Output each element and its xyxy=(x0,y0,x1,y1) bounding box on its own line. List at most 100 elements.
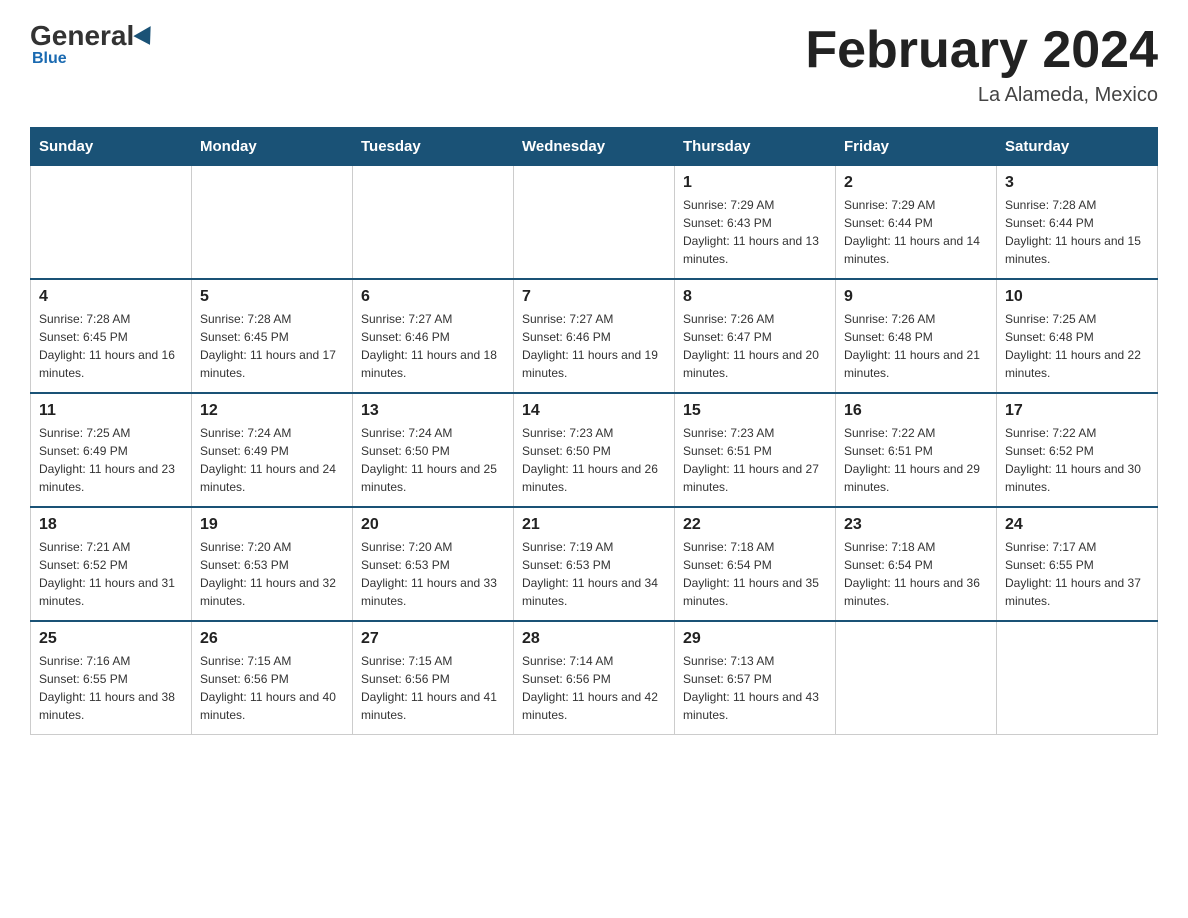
day-info: Sunrise: 7:14 AMSunset: 6:56 PMDaylight:… xyxy=(522,652,666,724)
calendar-cell: 24 Sunrise: 7:17 AMSunset: 6:55 PMDayligh… xyxy=(997,507,1158,621)
month-title: February 2024 xyxy=(805,20,1158,80)
calendar-cell: 12Sunrise: 7:24 AMSunset: 6:49 PMDayligh… xyxy=(192,393,353,507)
day-info: Sunrise: 7:25 AMSunset: 6:48 PMDaylight:… xyxy=(1005,310,1149,382)
calendar-cell: 13Sunrise: 7:24 AMSunset: 6:50 PMDayligh… xyxy=(353,393,514,507)
calendar-cell: 10 Sunrise: 7:25 AMSunset: 6:48 PMDayligh… xyxy=(997,279,1158,393)
calendar-cell: 21Sunrise: 7:19 AMSunset: 6:53 PMDayligh… xyxy=(514,507,675,621)
day-number: 29 xyxy=(683,630,827,648)
calendar-cell: 19 Sunrise: 7:20 AMSunset: 6:53 PMDayligh… xyxy=(192,507,353,621)
day-info: Sunrise: 7:28 AMSunset: 6:45 PMDaylight:… xyxy=(39,310,183,382)
calendar-cell: 1 Sunrise: 7:29 AMSunset: 6:43 PMDaylight… xyxy=(675,166,836,280)
day-info: Sunrise: 7:27 AMSunset: 6:46 PMDaylight:… xyxy=(522,310,666,382)
calendar-week-row: 11 Sunrise: 7:25 AMSunset: 6:49 PMDayligh… xyxy=(31,393,1158,507)
calendar-cell: 23 Sunrise: 7:18 AMSunset: 6:54 PMDayligh… xyxy=(836,507,997,621)
day-number: 24 xyxy=(1005,516,1149,534)
day-info: Sunrise: 7:20 AMSunset: 6:53 PMDaylight:… xyxy=(200,538,344,610)
day-header-monday: Monday xyxy=(192,128,353,166)
day-info: Sunrise: 7:24 AMSunset: 6:50 PMDaylight:… xyxy=(361,424,505,496)
day-number: 9 xyxy=(844,288,988,306)
calendar-cell: 27 Sunrise: 7:15 AMSunset: 6:56 PMDayligh… xyxy=(353,621,514,735)
day-number: 8 xyxy=(683,288,827,306)
day-info: Sunrise: 7:15 AMSunset: 6:56 PMDaylight:… xyxy=(200,652,344,724)
day-info: Sunrise: 7:25 AMSunset: 6:49 PMDaylight:… xyxy=(39,424,183,496)
day-info: Sunrise: 7:17 AMSunset: 6:55 PMDaylight:… xyxy=(1005,538,1149,610)
day-number: 27 xyxy=(361,630,505,648)
day-header-thursday: Thursday xyxy=(675,128,836,166)
day-info: Sunrise: 7:18 AMSunset: 6:54 PMDaylight:… xyxy=(683,538,827,610)
calendar-cell xyxy=(514,166,675,280)
day-number: 25 xyxy=(39,630,183,648)
day-number: 28 xyxy=(522,630,666,648)
day-number: 7 xyxy=(522,288,666,306)
day-number: 12 xyxy=(200,402,344,420)
day-number: 2 xyxy=(844,174,988,192)
calendar-cell: 14 Sunrise: 7:23 AMSunset: 6:50 PMDayligh… xyxy=(514,393,675,507)
day-info: Sunrise: 7:15 AMSunset: 6:56 PMDaylight:… xyxy=(361,652,505,724)
day-number: 20 xyxy=(361,516,505,534)
calendar-cell: 18 Sunrise: 7:21 AMSunset: 6:52 PMDayligh… xyxy=(31,507,192,621)
day-number: 4 xyxy=(39,288,183,306)
logo-blue: Blue xyxy=(30,50,67,68)
day-number: 19 xyxy=(200,516,344,534)
day-number: 6 xyxy=(361,288,505,306)
day-info: Sunrise: 7:28 AMSunset: 6:44 PMDaylight:… xyxy=(1005,196,1149,268)
day-info: Sunrise: 7:28 AMSunset: 6:45 PMDaylight:… xyxy=(200,310,344,382)
day-info: Sunrise: 7:21 AMSunset: 6:52 PMDaylight:… xyxy=(39,538,183,610)
calendar-cell: 15 Sunrise: 7:23 AMSunset: 6:51 PMDayligh… xyxy=(675,393,836,507)
day-info: Sunrise: 7:29 AMSunset: 6:43 PMDaylight:… xyxy=(683,196,827,268)
calendar-cell xyxy=(31,166,192,280)
day-info: Sunrise: 7:23 AMSunset: 6:50 PMDaylight:… xyxy=(522,424,666,496)
calendar-cell xyxy=(997,621,1158,735)
day-number: 17 xyxy=(1005,402,1149,420)
day-number: 26 xyxy=(200,630,344,648)
calendar-cell: 6 Sunrise: 7:27 AMSunset: 6:46 PMDaylight… xyxy=(353,279,514,393)
location: La Alameda, Mexico xyxy=(805,84,1158,107)
calendar-cell: 2 Sunrise: 7:29 AMSunset: 6:44 PMDaylight… xyxy=(836,166,997,280)
day-number: 11 xyxy=(39,402,183,420)
calendar-cell: 9 Sunrise: 7:26 AMSunset: 6:48 PMDaylight… xyxy=(836,279,997,393)
day-number: 22 xyxy=(683,516,827,534)
day-number: 16 xyxy=(844,402,988,420)
day-number: 1 xyxy=(683,174,827,192)
title-block: February 2024 La Alameda, Mexico xyxy=(805,20,1158,107)
day-info: Sunrise: 7:22 AMSunset: 6:52 PMDaylight:… xyxy=(1005,424,1149,496)
calendar-cell: 29 Sunrise: 7:13 AMSunset: 6:57 PMDayligh… xyxy=(675,621,836,735)
logo: General Blue xyxy=(30,20,158,68)
calendar-week-row: 4 Sunrise: 7:28 AMSunset: 6:45 PMDaylight… xyxy=(31,279,1158,393)
day-info: Sunrise: 7:18 AMSunset: 6:54 PMDaylight:… xyxy=(844,538,988,610)
day-info: Sunrise: 7:29 AMSunset: 6:44 PMDaylight:… xyxy=(844,196,988,268)
calendar-cell: 25 Sunrise: 7:16 AMSunset: 6:55 PMDayligh… xyxy=(31,621,192,735)
calendar-table: SundayMondayTuesdayWednesdayThursdayFrid… xyxy=(30,127,1158,735)
day-info: Sunrise: 7:26 AMSunset: 6:48 PMDaylight:… xyxy=(844,310,988,382)
day-info: Sunrise: 7:16 AMSunset: 6:55 PMDaylight:… xyxy=(39,652,183,724)
calendar-cell: 3 Sunrise: 7:28 AMSunset: 6:44 PMDaylight… xyxy=(997,166,1158,280)
day-number: 21 xyxy=(522,516,666,534)
day-number: 15 xyxy=(683,402,827,420)
day-header-wednesday: Wednesday xyxy=(514,128,675,166)
day-number: 14 xyxy=(522,402,666,420)
calendar-cell: 16 Sunrise: 7:22 AMSunset: 6:51 PMDayligh… xyxy=(836,393,997,507)
calendar-week-row: 18 Sunrise: 7:21 AMSunset: 6:52 PMDayligh… xyxy=(31,507,1158,621)
day-header-sunday: Sunday xyxy=(31,128,192,166)
day-info: Sunrise: 7:22 AMSunset: 6:51 PMDaylight:… xyxy=(844,424,988,496)
logo-text: General xyxy=(30,20,158,52)
day-info: Sunrise: 7:23 AMSunset: 6:51 PMDaylight:… xyxy=(683,424,827,496)
calendar-cell: 4 Sunrise: 7:28 AMSunset: 6:45 PMDaylight… xyxy=(31,279,192,393)
calendar-week-row: 25 Sunrise: 7:16 AMSunset: 6:55 PMDayligh… xyxy=(31,621,1158,735)
day-number: 23 xyxy=(844,516,988,534)
page-header: General Blue February 2024 La Alameda, M… xyxy=(30,20,1158,107)
calendar-cell xyxy=(192,166,353,280)
day-number: 3 xyxy=(1005,174,1149,192)
day-info: Sunrise: 7:27 AMSunset: 6:46 PMDaylight:… xyxy=(361,310,505,382)
calendar-week-row: 1 Sunrise: 7:29 AMSunset: 6:43 PMDaylight… xyxy=(31,166,1158,280)
calendar-cell: 28 Sunrise: 7:14 AMSunset: 6:56 PMDayligh… xyxy=(514,621,675,735)
calendar-cell: 11 Sunrise: 7:25 AMSunset: 6:49 PMDayligh… xyxy=(31,393,192,507)
day-number: 18 xyxy=(39,516,183,534)
day-number: 10 xyxy=(1005,288,1149,306)
calendar-cell: 5Sunrise: 7:28 AMSunset: 6:45 PMDaylight… xyxy=(192,279,353,393)
calendar-cell xyxy=(836,621,997,735)
day-info: Sunrise: 7:20 AMSunset: 6:53 PMDaylight:… xyxy=(361,538,505,610)
day-info: Sunrise: 7:13 AMSunset: 6:57 PMDaylight:… xyxy=(683,652,827,724)
day-header-friday: Friday xyxy=(836,128,997,166)
calendar-cell: 22 Sunrise: 7:18 AMSunset: 6:54 PMDayligh… xyxy=(675,507,836,621)
